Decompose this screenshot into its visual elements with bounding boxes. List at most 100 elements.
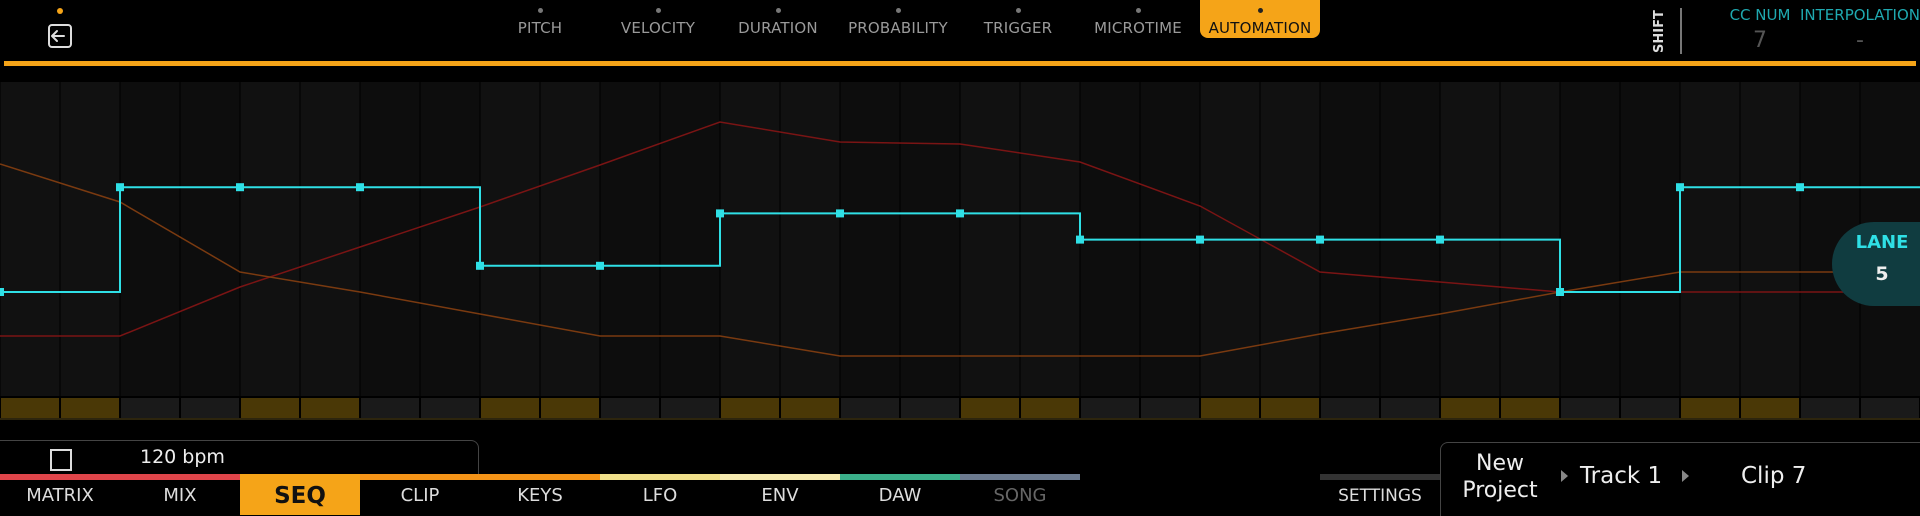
step-indicator — [301, 398, 359, 418]
breadcrumb-project[interactable]: New Project — [1448, 450, 1552, 504]
step-indicator — [1201, 398, 1259, 418]
grid-column — [900, 82, 960, 396]
step-indicator — [1681, 398, 1739, 418]
step-indicator — [1381, 398, 1439, 418]
tab-indicator-dot — [537, 8, 543, 13]
nav-tab-daw[interactable]: DAW — [840, 480, 960, 515]
step-indicator — [1081, 398, 1139, 418]
tab-indicator-dot — [1015, 8, 1021, 13]
step-indicator — [1801, 398, 1859, 418]
nav-tab-song[interactable]: SONG — [960, 480, 1080, 515]
breadcrumb-arrow-icon — [1561, 470, 1568, 482]
shift-label: SHIFT — [1652, 10, 1667, 54]
tab-indicator-dot — [1257, 8, 1263, 13]
tab-trigger[interactable]: TRIGGER — [962, 0, 1074, 38]
tab-indicator-dot — [1135, 8, 1141, 13]
automation-node — [236, 183, 244, 192]
grid-column — [420, 82, 480, 396]
breadcrumb-track[interactable]: Track 1 — [1580, 463, 1662, 489]
tab-microtime[interactable]: MICROTIME — [1082, 0, 1194, 38]
back-button[interactable] — [44, 20, 76, 52]
lane-selector[interactable]: LANE 5 — [1832, 222, 1920, 306]
step-indicator — [781, 398, 839, 418]
step-indicator — [961, 398, 1019, 418]
step-indicator — [541, 398, 599, 418]
tab-pitch[interactable]: PITCH — [484, 0, 596, 38]
grid-column — [120, 82, 180, 396]
grid-column — [720, 82, 780, 396]
tab-label: TRIGGER — [983, 19, 1053, 37]
grid-column — [300, 82, 360, 396]
automation-node — [956, 209, 964, 218]
tab-label: VELOCITY — [620, 19, 696, 37]
breadcrumb-arrow-icon — [1682, 470, 1689, 482]
grid-column — [60, 82, 120, 396]
tab-label: PITCH — [517, 19, 563, 37]
interpolation-value: - — [1856, 28, 1864, 53]
tab-indicator-dot — [895, 8, 901, 13]
automation-node — [1076, 235, 1084, 244]
grid-column — [1680, 82, 1740, 396]
nav-tab-keys[interactable]: KEYS — [480, 480, 600, 515]
step-indicator — [1, 398, 59, 418]
lane-number: 5 — [1875, 263, 1889, 285]
step-indicator — [1561, 398, 1619, 418]
settings-button[interactable]: SETTINGS — [1320, 480, 1440, 515]
tab-label: MICROTIME — [1094, 19, 1182, 37]
automation-node — [836, 209, 844, 218]
grid-column — [0, 82, 60, 396]
step-indicator — [1741, 398, 1799, 418]
tab-automation[interactable]: AUTOMATION — [1200, 0, 1320, 38]
nav-tab-lfo[interactable]: LFO — [600, 480, 720, 515]
step-indicator — [61, 398, 119, 418]
step-indicator — [1441, 398, 1499, 418]
grid-column — [240, 82, 300, 396]
step-indicator — [1321, 398, 1379, 418]
step-indicator — [241, 398, 299, 418]
automation-grid[interactable] — [0, 82, 1920, 420]
nav-tab-mix[interactable]: MIX — [120, 480, 240, 515]
grid-column — [480, 82, 540, 396]
grid-column — [1560, 82, 1620, 396]
cc-num-label: CC NUM — [1729, 6, 1791, 24]
step-indicator — [1141, 398, 1199, 418]
step-indicator — [841, 398, 899, 418]
step-indicator — [1621, 398, 1679, 418]
nav-tab-matrix[interactable]: MATRIX — [0, 480, 120, 515]
back-indicator-dot — [57, 8, 63, 14]
stop-square-icon[interactable] — [50, 449, 72, 471]
tab-velocity[interactable]: VELOCITY — [602, 0, 714, 38]
automation-node — [1676, 183, 1684, 192]
tempo-display[interactable]: 120 bpm — [140, 446, 225, 468]
step-indicator — [721, 398, 779, 418]
tab-indicator-dot — [655, 8, 661, 13]
step-indicator — [361, 398, 419, 418]
breadcrumb-clip[interactable]: Clip 7 — [1741, 463, 1806, 489]
exit-icon — [48, 24, 72, 48]
tab-indicator-dot — [775, 8, 781, 13]
tab-label: DURATION — [738, 19, 818, 37]
step-indicator — [601, 398, 659, 418]
grid-column — [600, 82, 660, 396]
grid-column — [1020, 82, 1080, 396]
automation-node — [1436, 235, 1444, 244]
tab-label: AUTOMATION — [1208, 19, 1312, 37]
step-indicator — [901, 398, 959, 418]
automation-node — [116, 183, 124, 192]
interpolation-control[interactable]: INTERPOLATION - — [1800, 6, 1920, 53]
step-indicator — [121, 398, 179, 418]
nav-tab-env[interactable]: ENV — [720, 480, 840, 515]
step-indicator — [181, 398, 239, 418]
tab-probability[interactable]: PROBABILITY — [842, 0, 954, 38]
tab-label: PROBABILITY — [848, 19, 948, 37]
grid-column — [1740, 82, 1800, 396]
tab-duration[interactable]: DURATION — [722, 0, 834, 38]
automation-node — [476, 261, 484, 270]
automation-node — [1796, 183, 1804, 192]
nav-tab-seq[interactable]: SEQ — [240, 480, 360, 515]
step-indicator — [421, 398, 479, 418]
nav-tab-clip[interactable]: CLIP — [360, 480, 480, 515]
automation-node — [596, 261, 604, 270]
interpolation-label: INTERPOLATION — [1800, 6, 1920, 24]
progress-bar — [4, 61, 1916, 66]
